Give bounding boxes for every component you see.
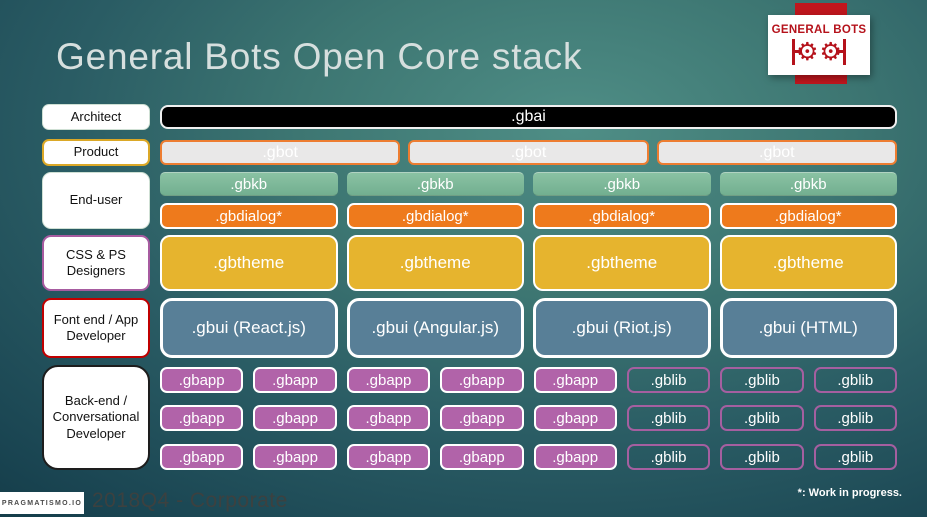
gblib-box: .gblib: [626, 367, 711, 393]
role-label-architect: Architect: [42, 104, 150, 130]
gblib-box: .gblib: [720, 444, 804, 470]
gbapp-box: .gbapp: [160, 367, 244, 393]
gbtheme-box: .gbtheme: [346, 235, 524, 291]
brand-name: GENERAL BOTS: [771, 23, 867, 36]
pragmatismo-logo: PRAGMATISMO.IO: [0, 492, 84, 514]
gbapp-box: .gbapp: [440, 444, 524, 470]
gbai-bar: .gbai: [160, 105, 897, 129]
gbapp-box: .gbapp: [346, 444, 431, 470]
gbai-row: .gbai: [160, 105, 897, 129]
gblib-box: .gblib: [720, 367, 804, 393]
gbtheme-box: .gbtheme: [719, 235, 897, 291]
gbapp-gblib-row: .gbapp .gbapp .gbapp .gbapp .gbapp .gbli…: [160, 444, 897, 470]
gbot-box: .gbot: [656, 140, 897, 165]
gbapp-box: .gbapp: [346, 367, 431, 393]
gbdialog-box: .gbdialog*: [160, 203, 338, 229]
gbtheme-row: .gbtheme .gbtheme .gbtheme .gbtheme: [160, 235, 897, 291]
gblib-box: .gblib: [813, 367, 897, 393]
brand-logo: GENERAL BOTS ⚙ ⚙: [768, 15, 870, 75]
gear-bar-right-icon: [835, 38, 846, 65]
role-label-product: Product: [42, 139, 150, 166]
role-label-frontend-developer: Font end / App Developer: [42, 298, 150, 358]
gbot-row: .gbot .gbot .gbot: [160, 140, 897, 165]
gbapp-gblib-row: .gbapp .gbapp .gbapp .gbapp .gbapp .gbli…: [160, 405, 897, 431]
gbkb-box: .gbkb: [719, 172, 897, 196]
gbdialog-box: .gbdialog*: [719, 203, 897, 229]
gbapp-box: .gbapp: [533, 444, 617, 470]
gbui-react-box: .gbui (React.js): [160, 298, 338, 358]
gears-icon: ⚙ ⚙: [792, 37, 846, 67]
pragmatismo-logo-text: PRAGMATISMO.IO: [1, 499, 83, 507]
gbkb-box: .gbkb: [533, 172, 711, 196]
gbapp-box: .gbapp: [440, 367, 524, 393]
gblib-box: .gblib: [626, 405, 711, 431]
gbdialog-box: .gbdialog*: [346, 203, 524, 229]
gbapp-gblib-row: .gbapp .gbapp .gbapp .gbapp .gbapp .gbli…: [160, 367, 897, 393]
gbot-box: .gbot: [408, 140, 649, 165]
gbui-riot-box: .gbui (Riot.js): [533, 298, 711, 358]
page-title: General Bots Open Core stack: [56, 36, 583, 77]
gblib-box: .gblib: [813, 405, 897, 431]
gbtheme-box: .gbtheme: [533, 235, 711, 291]
gbui-html-box: .gbui (HTML): [719, 298, 897, 358]
gblib-box: .gblib: [626, 444, 711, 470]
footer-version-text: 2018Q4 - Corporate: [92, 489, 288, 512]
gbapp-box: .gbapp: [160, 405, 244, 431]
gblib-box: .gblib: [720, 405, 804, 431]
role-label-backend-developer: Back-end / Conversational Developer: [42, 365, 150, 470]
gbdialog-box: .gbdialog*: [533, 203, 711, 229]
gbkb-box: .gbkb: [346, 172, 524, 196]
gbui-angular-box: .gbui (Angular.js): [346, 298, 524, 358]
gbapp-box: .gbapp: [533, 405, 617, 431]
gbapp-box: .gbapp: [440, 405, 524, 431]
slide: General Bots Open Core stack GENERAL BOT…: [0, 0, 927, 517]
gbapp-box: .gbapp: [160, 444, 244, 470]
gbui-row: .gbui (React.js) .gbui (Angular.js) .gbu…: [160, 298, 897, 358]
gbapp-box: .gbapp: [253, 444, 337, 470]
gbdialog-row: .gbdialog* .gbdialog* .gbdialog* .gbdial…: [160, 203, 897, 229]
role-label-end-user: End-user: [42, 172, 150, 229]
gbkb-box: .gbkb: [160, 172, 338, 196]
gbtheme-box: .gbtheme: [160, 235, 338, 291]
gbapp-box: .gbapp: [533, 367, 617, 393]
gbapp-box: .gbapp: [346, 405, 431, 431]
gbapp-box: .gbapp: [253, 405, 337, 431]
gblib-box: .gblib: [813, 444, 897, 470]
gbkb-row: .gbkb .gbkb .gbkb .gbkb: [160, 172, 897, 196]
gear-bar-left-icon: [792, 38, 803, 65]
gbapp-box: .gbapp: [253, 367, 337, 393]
role-label-designers: CSS & PS Designers: [42, 235, 150, 291]
gbot-box: .gbot: [160, 140, 401, 165]
work-in-progress-note: *: Work in progress.: [797, 487, 902, 499]
